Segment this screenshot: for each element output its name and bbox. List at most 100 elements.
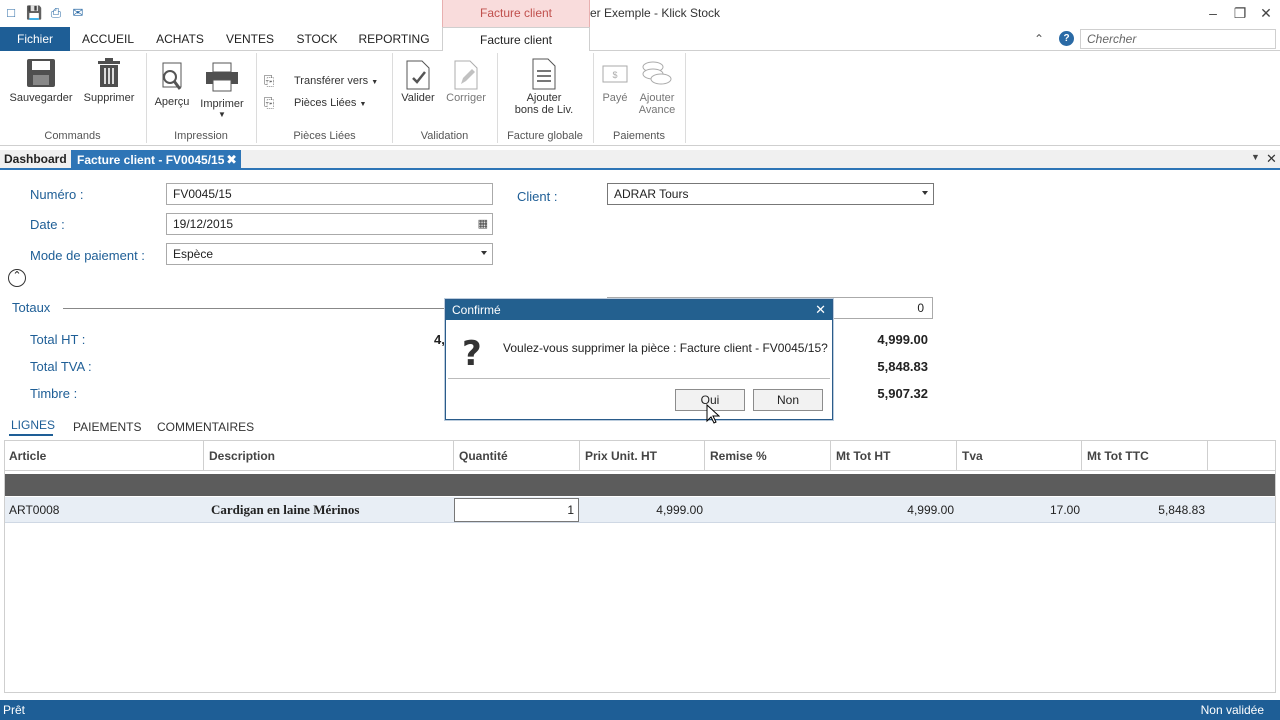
client-value: ADRAR Tours: [614, 187, 689, 201]
paid-button[interactable]: $: [602, 63, 628, 85]
linked-docs-button[interactable]: Pièces Liées ▼: [294, 97, 366, 109]
help-icon[interactable]: ?: [1059, 31, 1074, 46]
group-pieces-label: Pièces Liées: [293, 130, 356, 142]
column-divider: [830, 440, 831, 471]
col-description[interactable]: Description: [209, 449, 275, 463]
maximize-button[interactable]: ❐: [1227, 3, 1253, 23]
col-mt-tot-ht[interactable]: Mt Tot HT: [836, 449, 890, 463]
collapse-header-icon[interactable]: ⌃: [8, 269, 26, 287]
cell-tva: 17.00: [1049, 503, 1080, 517]
date-input[interactable]: 19/12/2015 ▦: [166, 213, 493, 235]
cell-mt-ht: 4,999.00: [907, 503, 954, 517]
print-button[interactable]: [205, 62, 239, 92]
chevron-down-icon: [922, 191, 928, 195]
col-mt-tot-ttc[interactable]: Mt Tot TTC: [1087, 449, 1149, 463]
tab-fichier[interactable]: Fichier: [0, 27, 70, 51]
mode-paiement-value: Espèce: [173, 247, 214, 261]
totaux-title: Totaux: [12, 300, 51, 315]
tab-reporting[interactable]: REPORTING: [352, 27, 436, 51]
save-label[interactable]: Sauvegarder: [4, 92, 78, 104]
validate-button[interactable]: [405, 60, 431, 90]
svg-text:$: $: [612, 70, 617, 80]
edit-doc-icon: [454, 60, 478, 90]
validate-label[interactable]: Valider: [396, 92, 440, 104]
column-divider: [453, 440, 454, 471]
col-tva[interactable]: Tva: [962, 449, 983, 463]
close-tab-icon[interactable]: ✖: [226, 150, 237, 170]
numero-input[interactable]: FV0045/15: [166, 183, 493, 205]
cell-quantite[interactable]: 1: [454, 498, 579, 522]
validate-doc-icon: [406, 60, 430, 90]
tab-lignes[interactable]: LIGNES: [11, 418, 55, 432]
add-delivery-label-2[interactable]: bons de Liv.: [500, 104, 588, 116]
floppy-icon: [27, 59, 55, 87]
column-divider: [704, 440, 705, 471]
linked-docs-label: Pièces Liées: [294, 97, 357, 109]
col-prix-unit[interactable]: Prix Unit. HT: [585, 449, 657, 463]
tab-achats[interactable]: ACHATS: [150, 27, 210, 51]
col-remise[interactable]: Remise %: [710, 449, 767, 463]
tab-accueil[interactable]: ACCUEIL: [76, 27, 140, 51]
print-dropdown-icon[interactable]: ▼: [218, 110, 226, 119]
save-button[interactable]: [26, 58, 56, 88]
collapse-ribbon-icon[interactable]: ⌃: [1034, 32, 1044, 46]
timbre-label: Timbre :: [30, 386, 78, 401]
dialog-message: Voulez-vous supprimer la pièce : Facture…: [503, 341, 828, 355]
tab-dashboard[interactable]: Dashboard: [4, 152, 67, 166]
add-advance-label-1[interactable]: Ajouter: [630, 92, 684, 104]
grid-filter-row[interactable]: [4, 474, 1276, 496]
mode-paiement-select[interactable]: Espèce: [166, 243, 493, 265]
col-article[interactable]: Article: [9, 449, 46, 463]
no-button[interactable]: Non: [753, 389, 823, 411]
date-label: Date :: [30, 217, 65, 232]
tab-commentaires[interactable]: COMMENTAIRES: [157, 420, 254, 434]
minimize-button[interactable]: –: [1200, 3, 1226, 23]
tab-paiements[interactable]: PAIEMENTS: [73, 420, 141, 434]
tab-ventes[interactable]: VENTES: [220, 27, 280, 51]
total-ht-value: 4,999.00: [877, 332, 928, 347]
column-divider: [1207, 440, 1208, 471]
dialog-close-icon[interactable]: ✕: [815, 300, 826, 320]
add-advance-button[interactable]: [641, 59, 673, 89]
paid-label[interactable]: Payé: [596, 92, 634, 104]
correct-button[interactable]: [453, 60, 479, 90]
dialog-title-bar: Confirmé ✕: [446, 300, 832, 320]
add-delivery-label-1[interactable]: Ajouter: [500, 92, 588, 104]
status-bar: Prêt Non validée: [0, 700, 1280, 720]
column-divider: [956, 440, 957, 471]
linked-docs-icon: ⎘: [264, 95, 275, 110]
timbre-value: 5,907.32: [877, 386, 928, 401]
close-document-icon[interactable]: ✕: [1266, 151, 1277, 167]
dialog-divider: [448, 378, 830, 379]
print-label[interactable]: Imprimer: [194, 98, 250, 110]
date-value: 19/12/2015: [173, 217, 234, 231]
mode-paiement-label: Mode de paiement :: [30, 248, 145, 263]
banknote-icon: $: [602, 65, 628, 83]
close-window-button[interactable]: ✕: [1253, 3, 1279, 23]
search-input[interactable]: Chercher: [1080, 29, 1276, 49]
mouse-cursor-icon: [706, 403, 721, 424]
cell-mt-ttc: 5,848.83: [1158, 503, 1205, 517]
col-quantite[interactable]: Quantité: [459, 449, 508, 463]
total-ht-label: Total HT :: [30, 332, 86, 347]
add-advance-label-2[interactable]: Avance: [630, 104, 684, 116]
client-select[interactable]: ADRAR Tours: [607, 183, 934, 205]
delete-button[interactable]: [96, 58, 122, 88]
total-tva-value: 5,848.83: [877, 359, 928, 374]
column-divider: [579, 440, 580, 471]
tab-stock[interactable]: STOCK: [290, 27, 344, 51]
transfer-button[interactable]: Transférer vers ▼: [294, 75, 378, 87]
cell-article: ART0008: [9, 503, 60, 517]
tab-current-document[interactable]: Facture client - FV0045/15 ✖: [71, 150, 241, 170]
tab-facture-client[interactable]: Facture client: [442, 27, 590, 52]
preview-button[interactable]: [159, 62, 185, 92]
correct-label[interactable]: Corriger: [441, 92, 491, 104]
delete-label[interactable]: Supprimer: [78, 92, 140, 104]
preview-label[interactable]: Aperçu: [150, 96, 194, 108]
calendar-icon[interactable]: ▦: [478, 214, 488, 234]
add-delivery-button[interactable]: [531, 58, 557, 90]
ribbon-divider: [685, 53, 686, 143]
tab-list-dropdown-icon[interactable]: ▼: [1251, 152, 1260, 162]
status-left: Prêt: [3, 703, 26, 717]
transfer-dropdown-icon: ▼: [371, 79, 379, 86]
